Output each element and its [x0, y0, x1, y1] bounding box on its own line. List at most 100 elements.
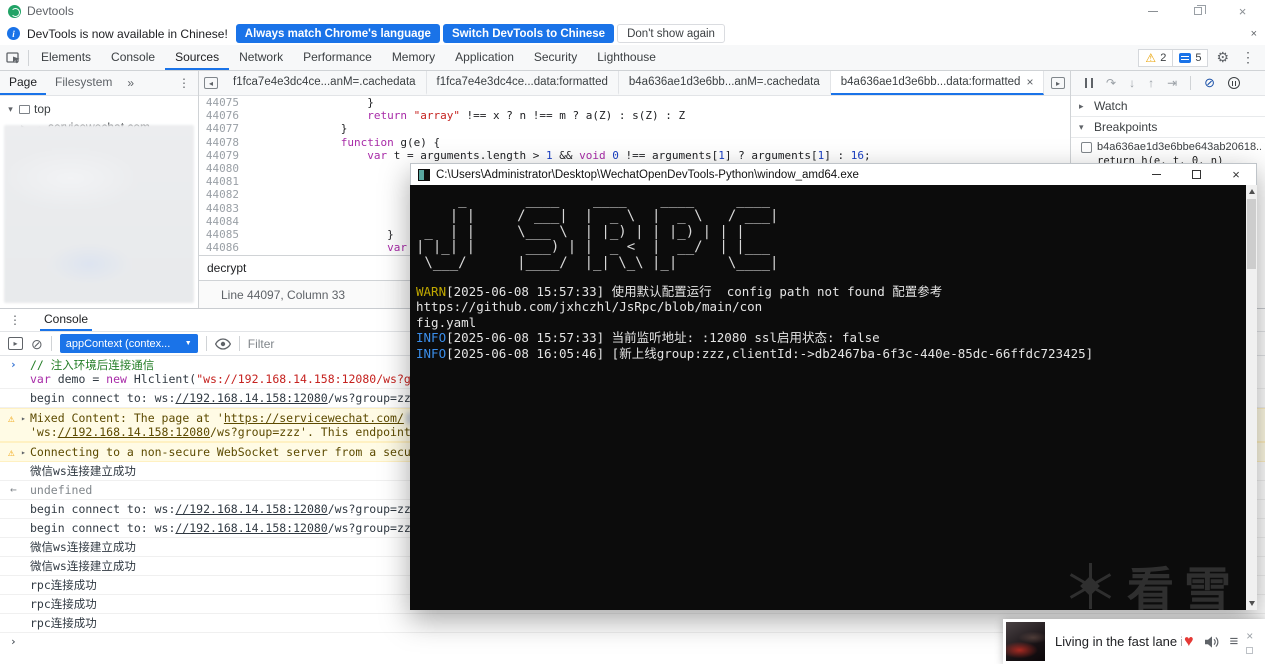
terminal-close-button[interactable]: × [1216, 164, 1256, 185]
code-token: function [340, 135, 394, 149]
warnings-badge[interactable]: ⚠ 2 [1138, 48, 1174, 67]
window-close-button[interactable]: × [1220, 0, 1265, 22]
context-selector-value: appContext (contex... [65, 337, 171, 350]
clear-console-icon[interactable]: ⊘ [31, 337, 43, 351]
navigator-tab-filesystem[interactable]: Filesystem [46, 71, 121, 95]
tab-security[interactable]: Security [524, 45, 587, 70]
navigator-tab-page[interactable]: Page [0, 71, 47, 95]
window-controls: × [1130, 0, 1265, 22]
line-number: 44084 [199, 214, 248, 228]
tab-application[interactable]: Application [445, 45, 524, 70]
switch-devtools-to-chinese-button[interactable]: Switch DevTools to Chinese [442, 24, 615, 43]
settings-gear-icon[interactable]: ⚙ [1216, 49, 1229, 66]
code-token: ] ? arguments[ [724, 148, 818, 162]
console-text: rpc连接成功 [30, 616, 97, 630]
tree-item-top[interactable]: ▾ top [0, 100, 198, 118]
step-out-icon[interactable]: ↑ [1148, 76, 1154, 90]
eval-result-arrow-icon: ← [10, 483, 17, 496]
console-text: 微信ws连接建立成功 [30, 464, 136, 478]
console-link[interactable]: //192.168.14.158:12080 [175, 391, 327, 405]
breakpoints-section-header[interactable]: ▾ Breakpoints [1071, 117, 1265, 138]
tab-network[interactable]: Network [229, 45, 293, 70]
tab-console[interactable]: Console [101, 45, 165, 70]
close-tab-icon[interactable]: × [1026, 75, 1033, 89]
terminal-scrollbar[interactable] [1246, 185, 1257, 610]
chevron-down-icon: ▾ [1079, 121, 1084, 132]
code-token: 1 [718, 148, 725, 162]
tabs-overflow-icon[interactable]: » [121, 76, 140, 90]
code-token: var [387, 241, 407, 255]
scrollbar-thumb[interactable] [1247, 199, 1256, 269]
watch-section-header[interactable]: ▸ Watch [1071, 96, 1265, 117]
deactivate-breakpoints-icon[interactable]: ⊘ [1204, 75, 1215, 91]
tab-console[interactable]: Console [40, 309, 93, 331]
always-match-chrome-s-language-button[interactable]: Always match Chrome's language [235, 24, 440, 43]
file-tab-label: f1fca7e4e3dc4ce...data:formatted [436, 76, 608, 88]
console-link[interactable]: https://servicewechat.com/ [224, 411, 404, 425]
navigator-toggle-icon[interactable]: ◂ [199, 71, 223, 95]
issues-badge[interactable]: 5 [1172, 48, 1209, 67]
terminal-log-line: fig.yaml [416, 315, 1243, 331]
code-text: function g(e) { [248, 136, 440, 149]
console-sidebar-toggle-icon[interactable]: ▸ [8, 337, 23, 350]
inspect-element-icon[interactable] [0, 45, 26, 70]
window-minimize-button[interactable] [1130, 0, 1175, 22]
terminal-title: C:\Users\Administrator\Desktop\WechatOpe… [436, 168, 859, 181]
console-link[interactable]: //192.168.14.158:12080 [58, 425, 210, 439]
file-tab-0[interactable]: f1fca7e4e3dc4ce...anM=.cachedata [223, 71, 427, 95]
popup-expand-icon[interactable] [1246, 646, 1254, 654]
more-tabs-icon[interactable]: ▸ [1046, 71, 1070, 95]
terminal-maximize-button[interactable] [1176, 164, 1216, 185]
tab-lighthouse[interactable]: Lighthouse [587, 45, 666, 70]
popup-close-icon[interactable]: × [1246, 630, 1253, 642]
issues-icon [1179, 52, 1192, 63]
live-expression-eye-icon[interactable] [214, 337, 231, 350]
terminal-minimize-button[interactable] [1136, 164, 1176, 185]
console-link[interactable]: //192.168.14.158:12080 [175, 502, 327, 516]
code-token: ] : [824, 148, 851, 162]
log-level: INFO [416, 345, 447, 361]
step-into-icon[interactable]: ↓ [1129, 76, 1135, 90]
file-tab-3[interactable]: b4a636ae1d3e6bb...data:formatted × [830, 71, 1045, 95]
tab-memory[interactable]: Memory [382, 45, 445, 70]
window-restore-button[interactable] [1175, 0, 1220, 22]
tab-elements[interactable]: Elements [31, 45, 101, 70]
file-tab-2[interactable]: b4a636ae1d3e6bb...anM=.cachedata [619, 71, 831, 95]
language-infobar: i DevTools is now available in Chinese! … [0, 22, 1265, 45]
console-text: demo = [57, 372, 107, 386]
terminal-titlebar[interactable]: C:\Users\Administrator\Desktop\WechatOpe… [410, 163, 1257, 185]
don-t-show-again-button[interactable]: Don't show again [617, 24, 725, 43]
code-line: 44076 return "array" !== x ? n !== m ? a… [199, 109, 1070, 123]
album-art[interactable] [1006, 622, 1045, 661]
scroll-down-icon[interactable] [1248, 601, 1255, 606]
pause-on-exceptions-icon[interactable] [1228, 77, 1241, 89]
console-menu-kebab-icon[interactable]: ⋮ [0, 313, 30, 327]
heart-icon[interactable]: ♥ [1184, 633, 1194, 651]
kanxue-watermark: 看雪 [1067, 551, 1241, 610]
step-icon[interactable]: ⇥ [1167, 76, 1177, 90]
execution-context-selector[interactable]: appContext (contex... ▼ [59, 334, 198, 353]
media-player-popup[interactable]: Living in the fast lane is g ♥ ≡ × [1003, 619, 1265, 664]
infobar-dismiss-icon[interactable]: × [1251, 28, 1257, 40]
chevron-down-icon[interactable]: ▾ [6, 104, 15, 115]
playlist-icon[interactable]: ≡ [1230, 633, 1239, 650]
line-number: 44078 [199, 135, 248, 149]
console-text: 'ws: [30, 425, 58, 439]
expander-icon[interactable]: ▸ [21, 446, 26, 460]
step-over-icon[interactable]: ↷ [1106, 76, 1116, 90]
expander-icon[interactable]: ▸ [21, 412, 26, 426]
divider [238, 336, 240, 351]
breakpoint-checkbox[interactable] [1081, 142, 1092, 153]
frame-icon [19, 104, 30, 114]
tab-sources[interactable]: Sources [165, 45, 230, 70]
console-link[interactable]: //192.168.14.158:12080 [175, 521, 327, 535]
breakpoint-file-label[interactable]: b4a636ae1d3e6bbe643ab20618... [1097, 141, 1261, 153]
tab-performance[interactable]: Performance [293, 45, 382, 70]
file-tab-1[interactable]: f1fca7e4e3dc4ce...data:formatted [427, 71, 619, 95]
speaker-icon[interactable] [1204, 635, 1220, 649]
scroll-up-icon[interactable] [1248, 189, 1255, 194]
navigator-menu-kebab-icon[interactable]: ⋮ [178, 76, 190, 90]
pause-script-icon[interactable] [1085, 78, 1093, 88]
devtools-menu-kebab-icon[interactable]: ⋮ [1241, 49, 1255, 66]
